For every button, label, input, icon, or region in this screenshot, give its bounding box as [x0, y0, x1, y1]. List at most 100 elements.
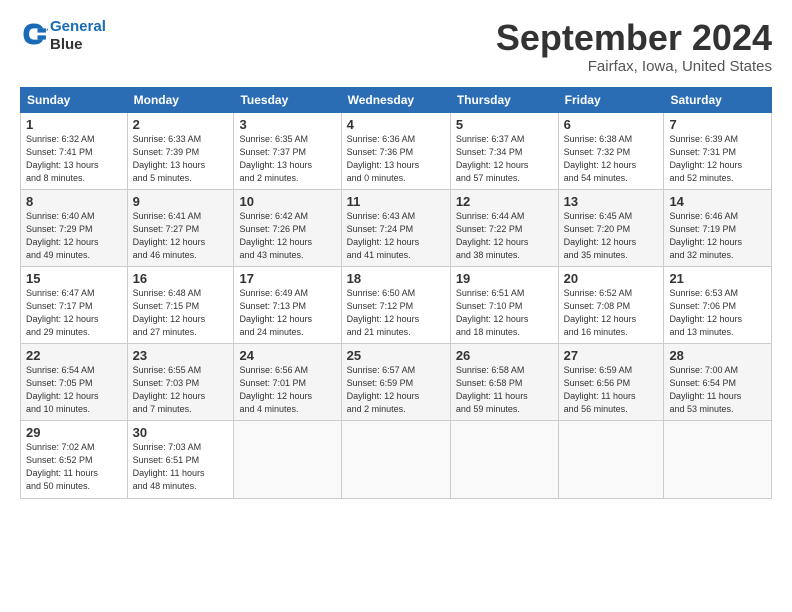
day-info: Sunrise: 6:51 AM Sunset: 7:10 PM Dayligh… [456, 287, 553, 339]
week-row-5: 29Sunrise: 7:02 AM Sunset: 6:52 PM Dayli… [21, 421, 772, 498]
day-number: 30 [133, 425, 229, 440]
day-number: 11 [347, 194, 445, 209]
day-number: 7 [669, 117, 766, 132]
header-day-monday: Monday [127, 87, 234, 112]
week-row-2: 8Sunrise: 6:40 AM Sunset: 7:29 PM Daylig… [21, 189, 772, 266]
day-cell: 19Sunrise: 6:51 AM Sunset: 7:10 PM Dayli… [450, 266, 558, 343]
logo-icon [20, 20, 48, 48]
day-cell: 30Sunrise: 7:03 AM Sunset: 6:51 PM Dayli… [127, 421, 234, 498]
day-cell: 4Sunrise: 6:36 AM Sunset: 7:36 PM Daylig… [341, 112, 450, 189]
day-info: Sunrise: 6:52 AM Sunset: 7:08 PM Dayligh… [564, 287, 659, 339]
day-info: Sunrise: 6:56 AM Sunset: 7:01 PM Dayligh… [239, 364, 335, 416]
header: General Blue September 2024 Fairfax, Iow… [20, 18, 772, 75]
day-cell: 24Sunrise: 6:56 AM Sunset: 7:01 PM Dayli… [234, 344, 341, 421]
title-block: September 2024 Fairfax, Iowa, United Sta… [496, 18, 772, 75]
day-cell: 18Sunrise: 6:50 AM Sunset: 7:12 PM Dayli… [341, 266, 450, 343]
day-number: 29 [26, 425, 122, 440]
day-info: Sunrise: 6:43 AM Sunset: 7:24 PM Dayligh… [347, 210, 445, 262]
day-cell: 25Sunrise: 6:57 AM Sunset: 6:59 PM Dayli… [341, 344, 450, 421]
day-info: Sunrise: 6:32 AM Sunset: 7:41 PM Dayligh… [26, 133, 122, 185]
day-info: Sunrise: 6:38 AM Sunset: 7:32 PM Dayligh… [564, 133, 659, 185]
header-day-saturday: Saturday [664, 87, 772, 112]
day-cell: 9Sunrise: 6:41 AM Sunset: 7:27 PM Daylig… [127, 189, 234, 266]
day-info: Sunrise: 7:02 AM Sunset: 6:52 PM Dayligh… [26, 441, 122, 493]
day-cell: 21Sunrise: 6:53 AM Sunset: 7:06 PM Dayli… [664, 266, 772, 343]
day-info: Sunrise: 6:57 AM Sunset: 6:59 PM Dayligh… [347, 364, 445, 416]
day-info: Sunrise: 6:53 AM Sunset: 7:06 PM Dayligh… [669, 287, 766, 339]
location: Fairfax, Iowa, United States [496, 58, 772, 75]
day-info: Sunrise: 6:45 AM Sunset: 7:20 PM Dayligh… [564, 210, 659, 262]
day-cell: 20Sunrise: 6:52 AM Sunset: 7:08 PM Dayli… [558, 266, 664, 343]
day-info: Sunrise: 6:41 AM Sunset: 7:27 PM Dayligh… [133, 210, 229, 262]
day-info: Sunrise: 6:42 AM Sunset: 7:26 PM Dayligh… [239, 210, 335, 262]
day-number: 6 [564, 117, 659, 132]
day-info: Sunrise: 6:54 AM Sunset: 7:05 PM Dayligh… [26, 364, 122, 416]
day-number: 12 [456, 194, 553, 209]
header-day-wednesday: Wednesday [341, 87, 450, 112]
day-cell: 26Sunrise: 6:58 AM Sunset: 6:58 PM Dayli… [450, 344, 558, 421]
day-info: Sunrise: 6:50 AM Sunset: 7:12 PM Dayligh… [347, 287, 445, 339]
day-cell: 3Sunrise: 6:35 AM Sunset: 7:37 PM Daylig… [234, 112, 341, 189]
day-number: 26 [456, 348, 553, 363]
day-info: Sunrise: 6:55 AM Sunset: 7:03 PM Dayligh… [133, 364, 229, 416]
day-number: 24 [239, 348, 335, 363]
day-cell: 14Sunrise: 6:46 AM Sunset: 7:19 PM Dayli… [664, 189, 772, 266]
day-number: 14 [669, 194, 766, 209]
day-number: 4 [347, 117, 445, 132]
day-number: 27 [564, 348, 659, 363]
day-info: Sunrise: 6:46 AM Sunset: 7:19 PM Dayligh… [669, 210, 766, 262]
day-cell [234, 421, 341, 498]
day-info: Sunrise: 7:00 AM Sunset: 6:54 PM Dayligh… [669, 364, 766, 416]
day-number: 28 [669, 348, 766, 363]
day-number: 18 [347, 271, 445, 286]
day-cell [341, 421, 450, 498]
day-info: Sunrise: 6:48 AM Sunset: 7:15 PM Dayligh… [133, 287, 229, 339]
day-info: Sunrise: 6:39 AM Sunset: 7:31 PM Dayligh… [669, 133, 766, 185]
day-number: 22 [26, 348, 122, 363]
day-cell: 10Sunrise: 6:42 AM Sunset: 7:26 PM Dayli… [234, 189, 341, 266]
week-row-1: 1Sunrise: 6:32 AM Sunset: 7:41 PM Daylig… [21, 112, 772, 189]
day-cell: 23Sunrise: 6:55 AM Sunset: 7:03 PM Dayli… [127, 344, 234, 421]
day-number: 15 [26, 271, 122, 286]
header-day-friday: Friday [558, 87, 664, 112]
day-cell: 7Sunrise: 6:39 AM Sunset: 7:31 PM Daylig… [664, 112, 772, 189]
day-number: 2 [133, 117, 229, 132]
day-cell: 27Sunrise: 6:59 AM Sunset: 6:56 PM Dayli… [558, 344, 664, 421]
week-row-3: 15Sunrise: 6:47 AM Sunset: 7:17 PM Dayli… [21, 266, 772, 343]
day-info: Sunrise: 6:35 AM Sunset: 7:37 PM Dayligh… [239, 133, 335, 185]
day-cell: 2Sunrise: 6:33 AM Sunset: 7:39 PM Daylig… [127, 112, 234, 189]
day-number: 23 [133, 348, 229, 363]
page-container: General Blue September 2024 Fairfax, Iow… [0, 0, 792, 509]
day-number: 13 [564, 194, 659, 209]
month-title: September 2024 [496, 18, 772, 58]
day-number: 17 [239, 271, 335, 286]
day-info: Sunrise: 6:49 AM Sunset: 7:13 PM Dayligh… [239, 287, 335, 339]
day-number: 3 [239, 117, 335, 132]
logo-text: General Blue [50, 18, 106, 54]
day-info: Sunrise: 6:44 AM Sunset: 7:22 PM Dayligh… [456, 210, 553, 262]
day-cell: 11Sunrise: 6:43 AM Sunset: 7:24 PM Dayli… [341, 189, 450, 266]
day-cell: 16Sunrise: 6:48 AM Sunset: 7:15 PM Dayli… [127, 266, 234, 343]
day-cell: 6Sunrise: 6:38 AM Sunset: 7:32 PM Daylig… [558, 112, 664, 189]
day-cell [664, 421, 772, 498]
day-info: Sunrise: 6:47 AM Sunset: 7:17 PM Dayligh… [26, 287, 122, 339]
day-number: 1 [26, 117, 122, 132]
day-info: Sunrise: 6:59 AM Sunset: 6:56 PM Dayligh… [564, 364, 659, 416]
day-cell: 29Sunrise: 7:02 AM Sunset: 6:52 PM Dayli… [21, 421, 128, 498]
logo: General Blue [20, 18, 106, 54]
day-info: Sunrise: 6:36 AM Sunset: 7:36 PM Dayligh… [347, 133, 445, 185]
day-cell: 22Sunrise: 6:54 AM Sunset: 7:05 PM Dayli… [21, 344, 128, 421]
calendar-table: SundayMondayTuesdayWednesdayThursdayFrid… [20, 87, 772, 499]
day-number: 9 [133, 194, 229, 209]
day-cell: 5Sunrise: 6:37 AM Sunset: 7:34 PM Daylig… [450, 112, 558, 189]
header-row: SundayMondayTuesdayWednesdayThursdayFrid… [21, 87, 772, 112]
day-number: 25 [347, 348, 445, 363]
day-info: Sunrise: 6:37 AM Sunset: 7:34 PM Dayligh… [456, 133, 553, 185]
day-number: 8 [26, 194, 122, 209]
day-cell: 8Sunrise: 6:40 AM Sunset: 7:29 PM Daylig… [21, 189, 128, 266]
day-number: 16 [133, 271, 229, 286]
header-day-tuesday: Tuesday [234, 87, 341, 112]
day-number: 21 [669, 271, 766, 286]
day-cell: 17Sunrise: 6:49 AM Sunset: 7:13 PM Dayli… [234, 266, 341, 343]
day-number: 20 [564, 271, 659, 286]
